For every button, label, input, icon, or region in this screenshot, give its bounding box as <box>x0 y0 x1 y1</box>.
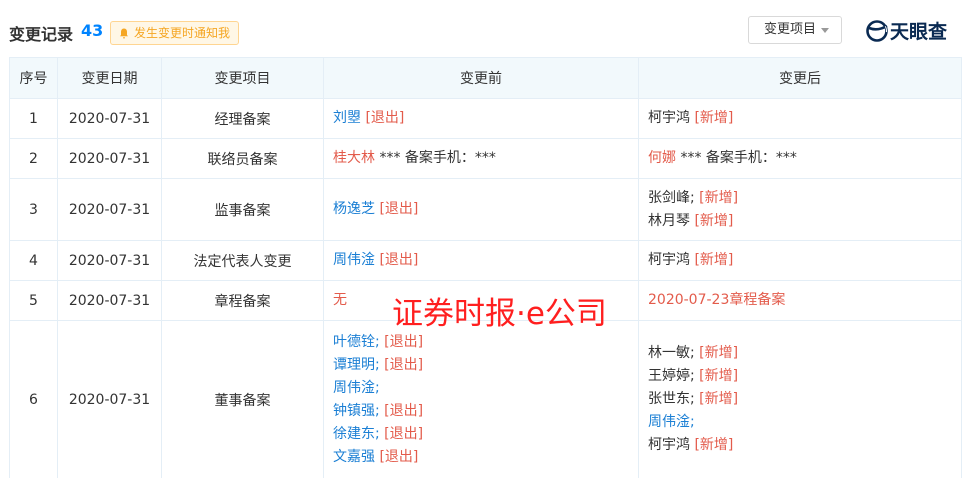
status-tag: [新增] <box>694 212 734 229</box>
tianyancha-logo: 天眼查 <box>866 17 947 44</box>
person-link[interactable]: 钟镇强; <box>333 403 380 419</box>
before-cell: 叶德铨; [退出] 谭理明; [退出] 周伟淦; 钟镇强; [退出] 徐建东; … <box>323 320 639 478</box>
logo-text: 天眼查 <box>890 21 948 43</box>
person-name: 林一敏; <box>648 345 695 361</box>
person-link[interactable]: 叶德铨; <box>333 334 380 350</box>
person-link[interactable]: 周伟淦 <box>333 252 375 268</box>
highlighted-name: 桂大林 <box>333 150 375 166</box>
table-header-row: 序号 变更日期 变更项目 变更前 变更后 <box>9 57 962 99</box>
after-cell: 柯宇鸿 [新增] <box>638 98 962 139</box>
column-header-date: 变更日期 <box>57 57 162 99</box>
table-row: 6 2020-07-31 董事备案 叶德铨; [退出] 谭理明; [退出] 周伟… <box>9 320 962 478</box>
after-value: 2020-07-23章程备案 <box>648 292 786 308</box>
status-tag: [新增] <box>699 368 739 384</box>
before-cell: 杨逸芝 [退出] <box>323 178 639 241</box>
notify-me-button[interactable]: 发生变更时通知我 <box>110 21 240 45</box>
status-tag: [退出] <box>384 356 424 373</box>
change-date: 2020-07-31 <box>57 178 162 241</box>
section-header: 变更记录 43 发生变更时通知我 变更项目 天眼查 <box>0 0 970 62</box>
status-tag: [新增] <box>694 110 734 126</box>
highlighted-name: 何娜 <box>648 150 676 166</box>
caret-down-icon <box>821 28 829 33</box>
row-number: 3 <box>9 178 58 241</box>
column-header-before: 变更前 <box>323 57 639 99</box>
table-row: 3 2020-07-31 监事备案 杨逸芝 [退出] 张剑峰; [新增] 林月琴… <box>9 178 962 241</box>
person-link[interactable]: 周伟淦; <box>648 414 695 430</box>
change-item: 监事备案 <box>161 178 324 241</box>
table-row: 4 2020-07-31 法定代表人变更 周伟淦 [退出] 柯宇鸿 [新增] <box>9 240 962 281</box>
status-tag: [退出] <box>379 448 419 465</box>
person-name: 张世东; <box>648 391 695 407</box>
after-cell: 何娜 *** 备案手机：*** <box>638 138 962 179</box>
person-name: 柯宇鸿 <box>648 437 690 453</box>
column-header-after: 变更后 <box>638 57 962 99</box>
status-tag: [退出] <box>365 110 405 126</box>
after-cell: 柯宇鸿 [新增] <box>638 240 962 281</box>
row-number: 4 <box>9 240 58 281</box>
person-name: 林月琴 <box>648 212 690 229</box>
row-number: 2 <box>9 138 58 179</box>
status-tag: [新增] <box>694 437 734 453</box>
column-header-item: 变更项目 <box>161 57 324 99</box>
change-date: 2020-07-31 <box>57 98 162 139</box>
table-row: 1 2020-07-31 经理备案 刘曌 [退出] 柯宇鸿 [新增] <box>9 98 962 139</box>
change-item: 经理备案 <box>161 98 324 139</box>
person-link[interactable]: 徐建东; <box>333 426 380 442</box>
status-tag: [退出] <box>384 333 424 350</box>
change-record-table: 序号 变更日期 变更项目 变更前 变更后 1 2020-07-31 经理备案 刘… <box>9 57 962 478</box>
change-item: 法定代表人变更 <box>161 240 324 281</box>
watermark-text: 证券时报·e公司 <box>392 296 607 332</box>
status-tag: [新增] <box>699 391 739 407</box>
person-link[interactable]: 谭理明; <box>333 357 380 373</box>
row-number: 5 <box>9 280 58 321</box>
person-name: 王婷婷; <box>648 368 695 384</box>
row-number: 1 <box>9 98 58 139</box>
after-cell: 2020-07-23章程备案 <box>638 280 962 321</box>
person-link[interactable]: 周伟淦; <box>333 380 380 396</box>
status-tag: [新增] <box>699 189 739 206</box>
change-date: 2020-07-31 <box>57 280 162 321</box>
status-tag: [退出] <box>384 425 424 442</box>
person-link[interactable]: 文嘉强 <box>333 449 375 465</box>
status-tag: [退出] <box>379 201 419 217</box>
before-cell: 桂大林 *** 备案手机：*** <box>323 138 639 179</box>
change-date: 2020-07-31 <box>57 240 162 281</box>
change-count[interactable]: 43 <box>81 21 103 40</box>
before-cell: 刘曌 [退出] <box>323 98 639 139</box>
notify-me-label: 发生变更时通知我 <box>134 26 231 40</box>
logo-mark-icon <box>866 19 888 42</box>
table-row: 2 2020-07-31 联络员备案 桂大林 *** 备案手机：*** 何娜 *… <box>9 138 962 179</box>
change-item: 章程备案 <box>161 280 324 321</box>
person-link[interactable]: 刘曌 <box>333 110 361 126</box>
status-tag: [退出] <box>379 252 419 268</box>
change-date: 2020-07-31 <box>57 320 162 478</box>
status-tag: [新增] <box>699 345 739 361</box>
change-item: 董事备案 <box>161 320 324 478</box>
status-tag: [新增] <box>694 252 734 268</box>
column-header-no: 序号 <box>9 57 58 99</box>
person-name: 张剑峰; <box>648 189 695 206</box>
change-date: 2020-07-31 <box>57 138 162 179</box>
after-cell: 张剑峰; [新增] 林月琴 [新增] <box>638 178 962 241</box>
section-title: 变更记录 <box>9 25 74 44</box>
change-item-filter-label: 变更项目 <box>764 22 817 37</box>
after-cell: 林一敏; [新增] 王婷婷; [新增] 张世东; [新增] 周伟淦; 柯宇鸿 [… <box>638 320 962 478</box>
person-name: 柯宇鸿 <box>648 252 690 268</box>
status-tag: [退出] <box>384 402 424 419</box>
person-name: 柯宇鸿 <box>648 110 690 126</box>
before-cell: 周伟淦 [退出] <box>323 240 639 281</box>
masked-details: *** 备案手机：*** <box>375 150 496 166</box>
before-value: 无 <box>333 292 347 308</box>
bell-icon <box>120 28 128 38</box>
masked-details: *** 备案手机：*** <box>676 150 797 166</box>
change-item: 联络员备案 <box>161 138 324 179</box>
change-item-filter[interactable]: 变更项目 <box>748 16 842 44</box>
person-link[interactable]: 杨逸芝 <box>333 201 375 217</box>
row-number: 6 <box>9 320 58 478</box>
